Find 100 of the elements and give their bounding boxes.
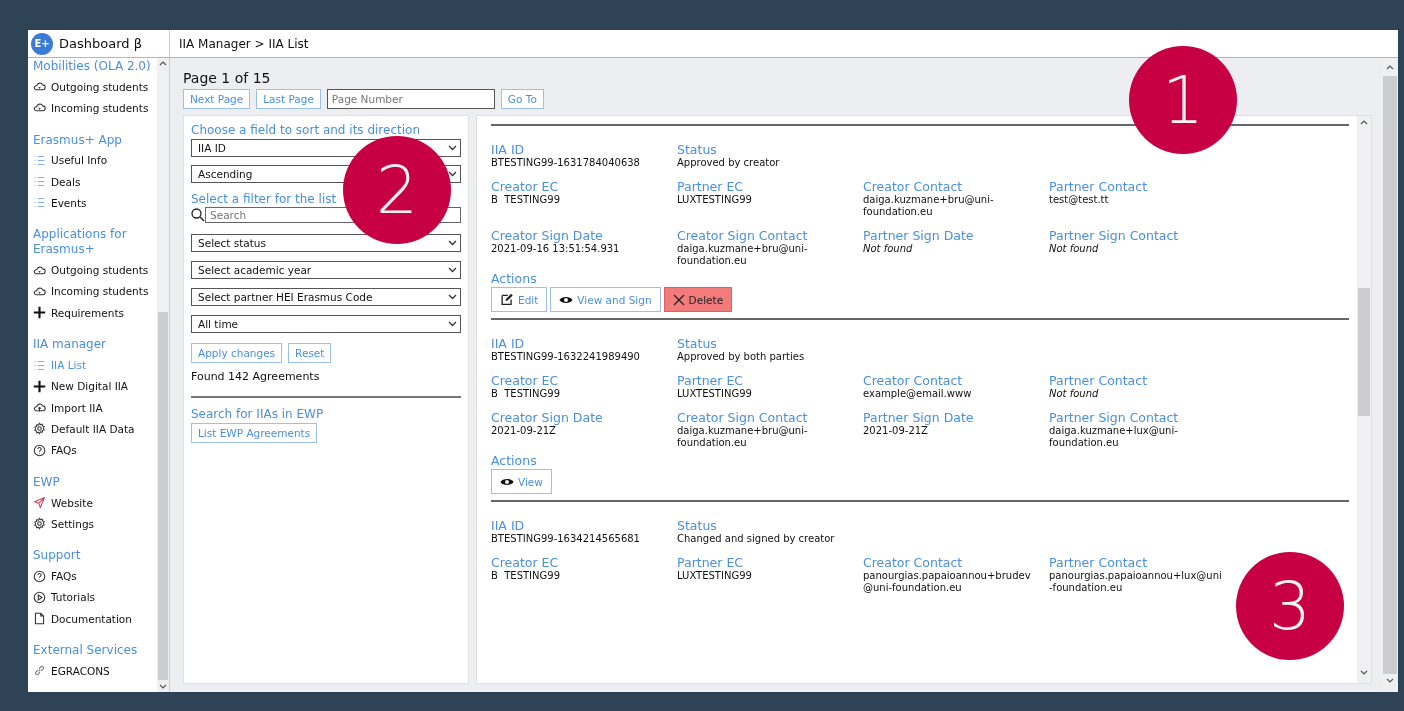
field-label: Creator EC [491, 374, 560, 388]
dropdown[interactable]: Select academic year [191, 261, 461, 279]
help-icon [33, 569, 46, 583]
field-label: Creator EC [491, 556, 560, 570]
panel-heading: Select a filter for the list [191, 192, 338, 207]
chevron-down-icon [448, 294, 457, 300]
field-label: Creator EC [491, 180, 560, 194]
dropdown[interactable]: Select partner HEI Erasmus Code [191, 288, 461, 306]
field-value: Not found [1049, 388, 1100, 400]
section-heading: IIA manager [33, 337, 108, 353]
field-value: BTESTING99-1632241989490 [491, 351, 641, 363]
field-value: Not found [1049, 243, 1100, 255]
field-value: Approved by creator [677, 157, 781, 169]
scroll-down-icon [1360, 670, 1368, 676]
view-button[interactable]: View and Sign [550, 287, 661, 312]
breadcrumb: IIA Manager > IIA List [178, 36, 309, 51]
field-value: Changed and signed by creator [677, 533, 836, 545]
page-button[interactable]: Last Page [256, 89, 321, 109]
scrollbar[interactable] [157, 58, 169, 692]
field-value: B TESTING99 [491, 388, 561, 400]
document-icon [33, 612, 46, 626]
filter-button[interactable]: Apply changes [191, 343, 283, 363]
field-value: daiga.kuzmane+bru@uni-foundation.eu [677, 243, 809, 267]
go-to-button[interactable]: Go To [500, 89, 544, 109]
field-label: Actions [491, 272, 538, 286]
field-value: test@test.tt [1049, 194, 1110, 206]
sidebar-item[interactable]: Website [33, 491, 157, 514]
sidebar-item[interactable]: IIA List [33, 354, 157, 376]
scrollbar-thumb[interactable] [158, 312, 168, 680]
sidebar-item[interactable]: Outgoing students [33, 259, 157, 281]
app-title: Dashboard β [59, 36, 142, 51]
sidebar-item[interactable]: FAQs [33, 565, 157, 587]
sidebar-item[interactable]: FAQs [33, 439, 157, 461]
play-icon [33, 590, 46, 604]
field-label: Creator Contact [863, 556, 964, 570]
chevron-down-icon [448, 145, 457, 151]
cloud-icon [33, 263, 46, 277]
result-count: Found 142 Agreements [191, 370, 321, 383]
sidebar-item[interactable]: Tutorials [33, 586, 157, 609]
paper-plane-icon [33, 496, 46, 509]
sidebar-item[interactable]: Deals [33, 170, 157, 193]
field-label: Creator Sign Contact [677, 411, 809, 425]
view-button[interactable]: View [491, 469, 552, 494]
field-value: example@email.www [863, 388, 973, 400]
field-label: Partner Contact [1049, 374, 1149, 388]
delete-button[interactable]: Delete [663, 287, 733, 312]
page-button[interactable]: Next Page [183, 89, 251, 109]
edit-icon [500, 293, 514, 306]
sidebar-item[interactable]: Useful Info [33, 149, 157, 171]
field-label: Partner EC [677, 180, 745, 194]
close-icon [672, 293, 685, 306]
scrollbar-thumb[interactable] [1383, 76, 1397, 674]
link-icon [33, 664, 46, 678]
field-label: Creator Contact [863, 374, 964, 388]
sidebar-item[interactable]: Settings [33, 513, 157, 535]
field-value: panourgias.papaioannou+lux@uni-foundation.eu [1049, 570, 1223, 594]
field-value: 2021-09-21Z [863, 425, 929, 437]
filter-button[interactable]: Reset [288, 343, 332, 363]
scrollbar[interactable] [1357, 116, 1371, 683]
field-label: IIA ID [491, 519, 526, 533]
eye-icon [500, 476, 514, 487]
panel-heading: Search for IIAs in EWP [191, 407, 325, 422]
field-label: Partner Sign Date [863, 411, 975, 425]
plus-icon [33, 379, 46, 393]
field-value: daiga.kuzmane+lux@uni-foundation.eu [1049, 425, 1179, 449]
sidebar-item[interactable]: Incoming students [33, 97, 157, 119]
field-value: LUXTESTING99 [677, 570, 753, 582]
scrollbar-thumb[interactable] [1358, 288, 1370, 416]
sidebar-item[interactable]: Import IIA [33, 396, 157, 419]
sidebar-item[interactable]: New Digital IIA [33, 375, 157, 397]
field-label: Partner Sign Contact [1049, 411, 1180, 425]
chevron-down-icon [448, 321, 457, 327]
plus-icon [33, 306, 46, 320]
sidebar-item[interactable]: Events [33, 192, 157, 214]
scroll-up-icon [159, 60, 167, 66]
scroll-down-icon [159, 684, 167, 690]
field-label: Partner Contact [1049, 556, 1149, 570]
upload-icon [33, 401, 46, 415]
field-value: B TESTING99 [491, 570, 561, 582]
help-icon [33, 443, 46, 457]
field-label: Status [677, 143, 718, 157]
scrollbar[interactable] [1382, 58, 1398, 692]
sidebar-item[interactable]: Documentation [33, 608, 157, 630]
page-number-field[interactable]: Page Number [326, 89, 495, 109]
dropdown[interactable]: All time [191, 315, 461, 333]
field-label: Creator Sign Date [491, 229, 604, 243]
field-label: Partner EC [677, 374, 745, 388]
eye-icon [559, 294, 574, 305]
settings-icon [33, 422, 46, 436]
sidebar-item[interactable]: EGRACONS [33, 660, 157, 682]
sidebar-item[interactable]: Default IIA Data [33, 418, 157, 440]
sidebar-item[interactable]: Requirements [33, 302, 157, 324]
field-label: IIA ID [491, 337, 526, 351]
field-label: IIA ID [491, 143, 526, 157]
field-value: LUXTESTING99 [677, 388, 753, 400]
field-label: Status [677, 337, 718, 351]
section-heading: Support [33, 548, 82, 564]
field-value: BTESTING99-1631784040638 [491, 157, 641, 169]
sidebar-item[interactable]: Outgoing students [33, 76, 157, 98]
sidebar-item[interactable]: Incoming students [33, 280, 157, 303]
